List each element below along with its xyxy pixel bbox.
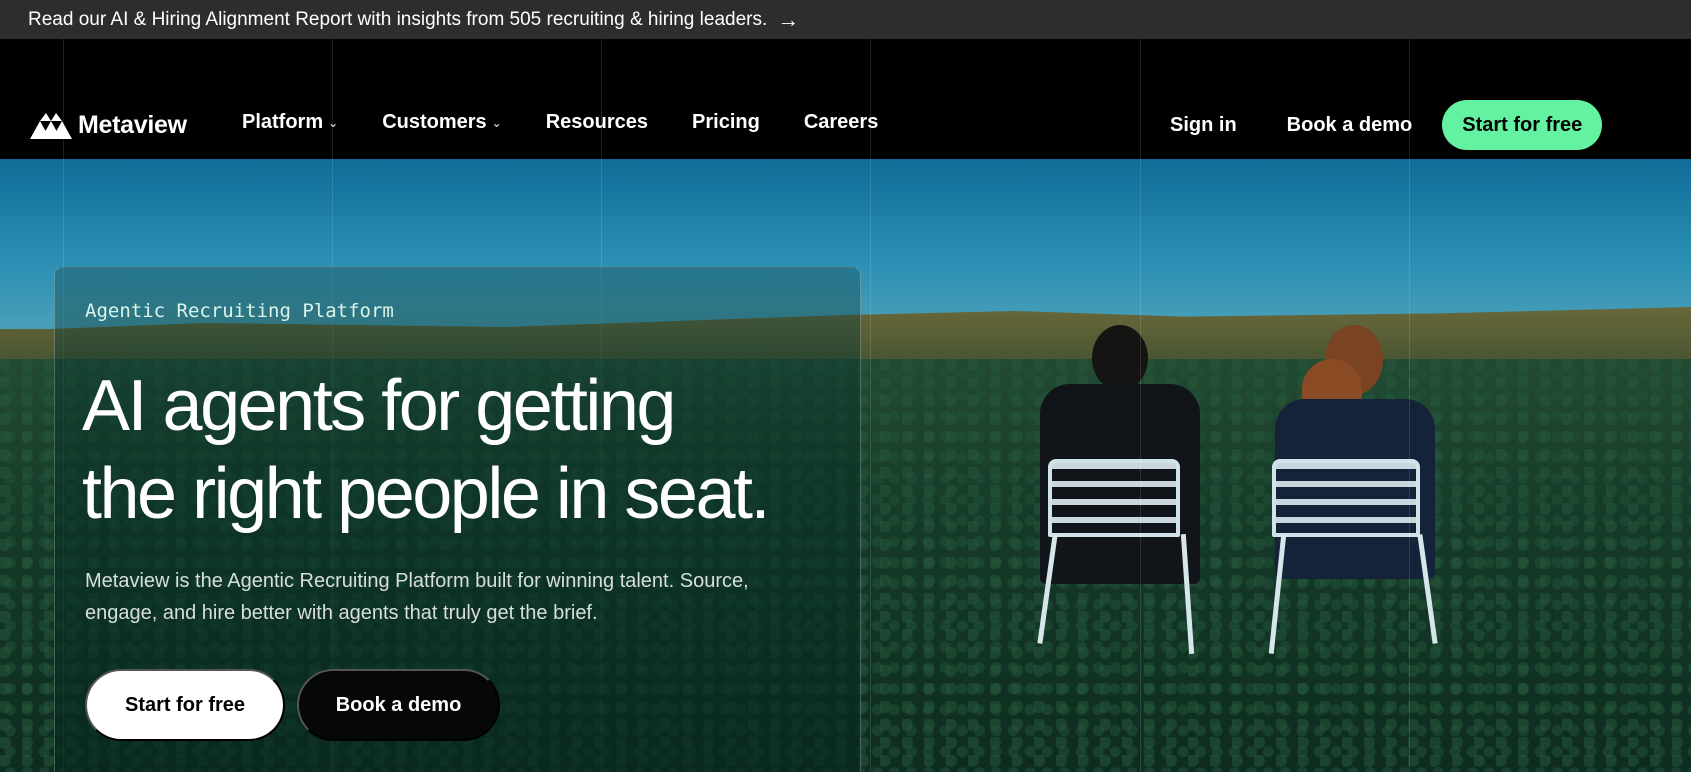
- hero-subtext: Metaview is the Agentic Recruiting Platf…: [85, 570, 749, 624]
- nav-item-label: Platform: [242, 111, 324, 133]
- grid-guide-line: [870, 39, 871, 772]
- hero-start-for-free-button[interactable]: Start for free: [85, 669, 285, 741]
- announcement-text[interactable]: Read our AI & Hiring Alignment Report wi…: [28, 9, 767, 31]
- nav-item-pricing[interactable]: Pricing: [692, 111, 760, 134]
- nav-item-label: Resources: [545, 111, 649, 133]
- nav-item-label: Customers: [382, 111, 487, 133]
- hero-headline: AI agents for getting the right people i…: [82, 362, 862, 538]
- start-for-free-button[interactable]: Start for free: [1442, 100, 1603, 150]
- nav-item-customers[interactable]: Customers ⌄: [382, 111, 502, 134]
- nav-item-careers[interactable]: Careers: [804, 111, 879, 134]
- hero-book-demo-button[interactable]: Book a demo: [297, 669, 500, 741]
- nav-actions: Sign in Book a demo Start for free: [1170, 100, 1603, 150]
- nav-menu: Platform ⌄ Customers ⌄ Resources Pricing…: [242, 111, 922, 134]
- nav-item-resources[interactable]: Resources: [546, 111, 648, 134]
- arrow-right-icon[interactable]: →: [777, 8, 799, 31]
- headline-line-1: AI agents for getting: [82, 366, 676, 446]
- chevron-down-icon: ⌄: [328, 115, 339, 130]
- headline-line-2: the right people in seat.: [82, 454, 771, 534]
- grid-guide-line: [1409, 39, 1410, 772]
- nav-item-platform[interactable]: Platform ⌄: [242, 111, 338, 134]
- hero-eyebrow: Agentic Recruiting Platform: [85, 300, 394, 322]
- chevron-down-icon: ⌄: [491, 115, 502, 130]
- brand-name: Metaview: [78, 111, 187, 139]
- brand-logo[interactable]: Metaview: [30, 111, 187, 140]
- grid-guide-line: [1140, 39, 1141, 772]
- nav-item-label: Pricing: [692, 111, 760, 133]
- nav-item-label: Careers: [803, 111, 879, 133]
- metaview-logo-icon: [30, 112, 72, 139]
- announcement-bar[interactable]: Read our AI & Hiring Alignment Report wi…: [0, 0, 1691, 39]
- book-demo-link[interactable]: Book a demo: [1287, 114, 1413, 137]
- sign-in-link[interactable]: Sign in: [1170, 114, 1237, 137]
